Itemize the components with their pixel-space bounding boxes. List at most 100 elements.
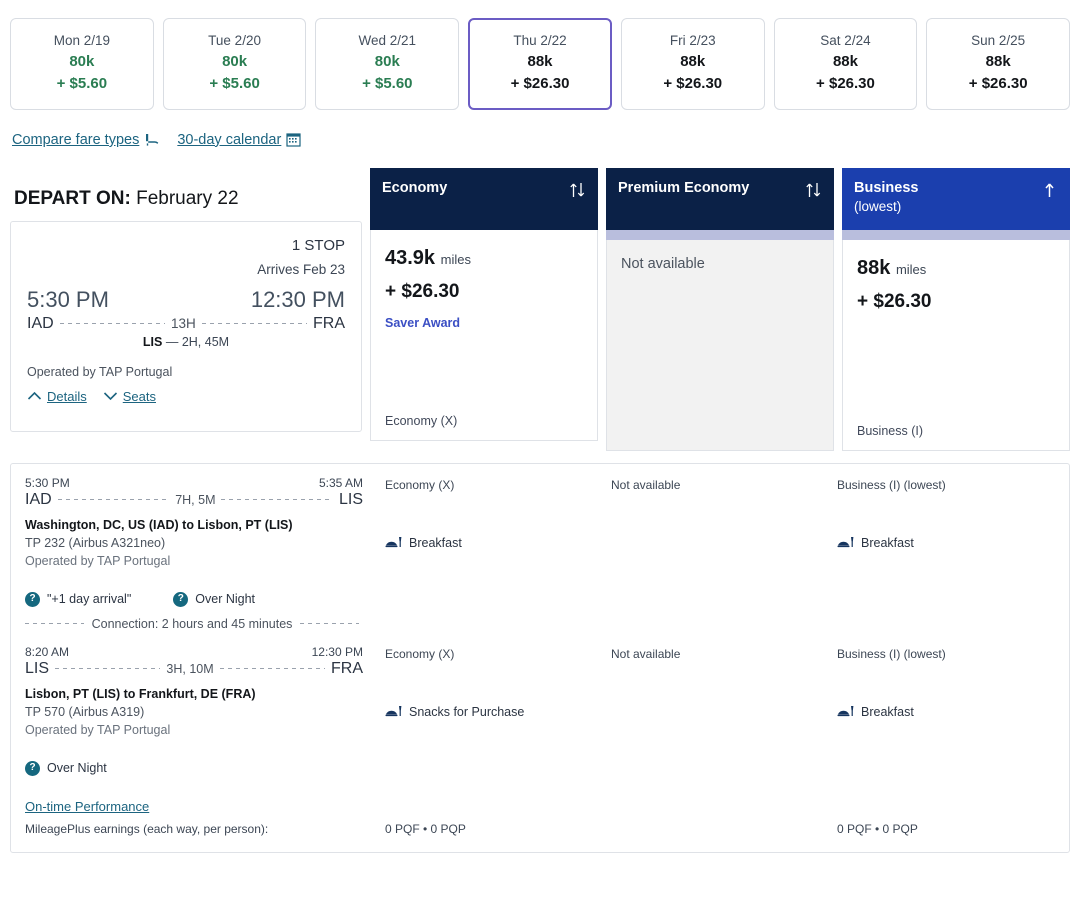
segment-arrive-time: 5:35 AM: [318, 475, 363, 490]
sort-updown-icon[interactable]: [805, 179, 822, 204]
segment-depart-time: 8:20 AM: [25, 644, 70, 659]
award-flight-results-page: Mon 2/19 80k + $5.60 Tue 2/20 80k + $5.6…: [0, 0, 1080, 853]
segment-dash-right: [221, 499, 333, 501]
info-badge: ? "+1 day arrival": [25, 591, 132, 607]
question-icon[interactable]: ?: [25, 591, 40, 607]
date-tab-miles: 88k: [985, 52, 1011, 70]
date-tab-label: Sat 2/24: [820, 33, 871, 48]
info-badge-label: "+1 day arrival": [47, 592, 132, 607]
segment-business-meal-label: Breakfast: [861, 705, 914, 720]
date-tab-cash: + $5.60: [56, 75, 108, 93]
compare-fare-types-label: Compare fare types: [12, 131, 140, 148]
summary-destination: FRA: [313, 314, 345, 332]
on-time-performance-row: On-time Performance: [25, 798, 1055, 816]
cabin-name: Economy: [382, 179, 448, 196]
date-tab-1[interactable]: Tue 2/20 80k + $5.60: [162, 18, 307, 110]
fare-not-available: Not available: [621, 255, 705, 272]
cabin-header-2[interactable]: Business (lowest): [842, 167, 1070, 230]
segment-destination: LIS: [339, 490, 364, 508]
segment-economy-cabin: Economy (X): [385, 477, 455, 492]
segment-route: IAD 7H, 5M LIS: [25, 491, 363, 509]
date-tab-miles: 88k: [680, 52, 706, 70]
meal-icon: [385, 536, 402, 551]
date-tab-cash: + $26.30: [663, 75, 723, 93]
segment-premium-cabin: Not available: [611, 646, 681, 661]
date-tab-4[interactable]: Fri 2/23 88k + $26.30: [620, 18, 765, 110]
depart-on-title: DEPART ON: February 22: [14, 188, 362, 211]
segment-business-column: Business (I) (lowest) Breakfast: [837, 645, 1055, 776]
summary-operated-by: Operated by TAP Portugal: [27, 364, 173, 379]
date-tab-miles: 80k: [374, 52, 400, 70]
arrival-date: Arrives Feb 23: [257, 261, 345, 277]
date-tab-2[interactable]: Wed 2/21 80k + $5.60: [315, 18, 460, 110]
segment-info: 8:20 AM 12:30 PM LIS 3H, 10M FRA Lisbon,…: [25, 645, 363, 776]
cabin-header-1[interactable]: Premium Economy: [606, 167, 834, 230]
flight-summary-card[interactable]: 1 STOP Arrives Feb 23 5:30 PM 12:30 PM I…: [10, 220, 362, 432]
date-tab-6[interactable]: Sun 2/25 88k + $26.30: [926, 18, 1071, 110]
flight-details-panel: 5:30 PM 5:35 AM IAD 7H, 5M LIS Washingto…: [10, 462, 1070, 853]
details-toggle[interactable]: Details: [27, 389, 87, 404]
segment-premium-cabin: Not available: [611, 477, 681, 492]
fare-cash: + $26.30: [385, 280, 460, 302]
route-dash-left: [59, 323, 165, 325]
on-time-performance-link[interactable]: On-time Performance: [25, 799, 149, 814]
layover-duration: — 2H, 45M: [165, 334, 230, 349]
seats-toggle[interactable]: Seats: [103, 389, 156, 404]
segment-depart-time: 5:30 PM: [25, 475, 70, 490]
question-icon[interactable]: ?: [173, 591, 189, 607]
segment-arrive-time: 12:30 PM: [311, 644, 363, 659]
question-icon[interactable]: ?: [25, 760, 40, 776]
segment-business-cabin: Business (I) (lowest): [837, 477, 946, 492]
segment-dash-left: [55, 668, 161, 670]
info-badge-label: Over Night: [195, 592, 256, 607]
depart-on-date: February 22: [130, 187, 239, 209]
date-tab-5[interactable]: Sat 2/24 88k + $26.30: [773, 18, 918, 110]
depart-on-prefix: DEPART ON:: [14, 187, 131, 209]
fare-miles-value: 43.9k: [385, 246, 436, 269]
stop-count: 1 STOP: [291, 236, 345, 254]
date-tab-label: Fri 2/23: [669, 33, 716, 48]
summary-times: 5:30 PM 12:30 PM: [27, 287, 345, 313]
cabin-header-text: Premium Economy: [618, 179, 749, 198]
thirty-day-calendar-link[interactable]: 30-day calendar: [177, 132, 301, 148]
fare-card-1: Not available: [606, 239, 834, 451]
date-tab-cash: + $26.30: [510, 75, 570, 93]
connection-label: Connection: 2 hours and 45 minutes: [91, 616, 293, 631]
segment-operated-by: Operated by TAP Portugal: [25, 722, 171, 737]
meal-icon: [837, 705, 854, 720]
cabin-header-0[interactable]: Economy: [370, 167, 598, 230]
segment-row-0: 5:30 PM 5:35 AM IAD 7H, 5M LIS Washingto…: [25, 476, 1055, 645]
cabin-header-accent-strip: [606, 229, 834, 240]
date-tab-cash: + $26.30: [816, 75, 875, 93]
date-tab-cash: + $5.60: [362, 75, 413, 93]
segment-row-1: 8:20 AM 12:30 PM LIS 3H, 10M FRA Lisbon,…: [25, 645, 1055, 776]
segment-dash-right: [219, 668, 326, 670]
sort-up-icon[interactable]: [1041, 179, 1058, 204]
fare-card-2[interactable]: 88k miles + $26.30 Business (I): [842, 239, 1070, 451]
sort-updown-icon[interactable]: [569, 179, 586, 204]
connection-divider: Connection: 2 hours and 45 minutes: [25, 617, 363, 631]
mileageplus-earnings-row: MileagePlus earnings (each way, per pers…: [25, 822, 1055, 836]
segment-info: 5:30 PM 5:35 AM IAD 7H, 5M LIS Washingto…: [25, 476, 363, 645]
date-tab-miles: 80k: [222, 52, 248, 70]
fare-miles: 88k miles: [857, 256, 1055, 280]
segment-origin: IAD: [25, 490, 52, 508]
summary-route: IAD 13H FRA: [27, 315, 345, 333]
route-dash-right: [201, 323, 307, 325]
earnings-premium: [611, 822, 829, 836]
fare-card-0[interactable]: 43.9k miles + $26.30 Saver Award Economy…: [370, 229, 598, 441]
date-tab-3[interactable]: Thu 2/22 88k + $26.30: [468, 18, 612, 110]
segment-equipment: TP 232 (Airbus A321neo): [25, 535, 166, 550]
earnings-economy: 0 PQF • 0 PQP: [385, 821, 466, 836]
seat-icon: [144, 133, 159, 147]
info-badge: ? Over Night: [173, 591, 256, 607]
date-tab-label: Tue 2/20: [208, 33, 261, 48]
date-tab-miles: 88k: [832, 52, 858, 70]
thirty-day-calendar-label: 30-day calendar: [177, 131, 282, 148]
fare-award-tag: Saver Award: [385, 315, 461, 330]
date-tab-0[interactable]: Mon 2/19 80k + $5.60: [10, 18, 154, 110]
connection-dash-left: [25, 623, 84, 625]
compare-fare-types-link[interactable]: Compare fare types: [12, 132, 159, 148]
cabin-header-accent-strip: [842, 229, 1070, 240]
date-tab-label: Thu 2/22: [513, 33, 567, 48]
